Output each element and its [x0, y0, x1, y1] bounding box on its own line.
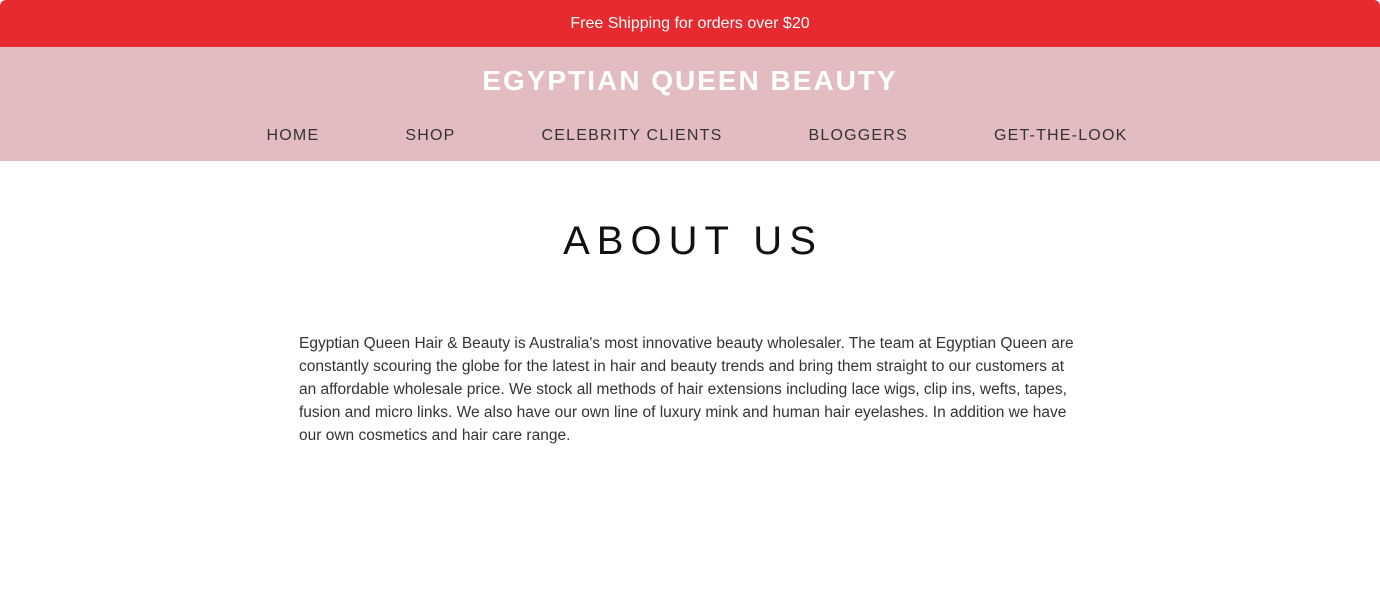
nav-item-shop[interactable]: SHOP [405, 127, 455, 145]
announcement-bar: Free Shipping for orders over $20 [0, 0, 1380, 47]
nav-item-get-the-look[interactable]: GET-THE-LOOK [994, 127, 1128, 145]
about-paragraph: Egyptian Queen Hair & Beauty is Australi… [299, 335, 1074, 444]
site-header: EGYPTIAN QUEEN BEAUTY HOME SHOP CELEBRIT… [0, 47, 1380, 161]
nav-item-bloggers[interactable]: BLOGGERS [809, 127, 908, 145]
nav-item-celebrity-clients[interactable]: CELEBRITY CLIENTS [541, 127, 722, 145]
announcement-text: Free Shipping for orders over $20 [570, 14, 810, 32]
page-title: ABOUT US [563, 219, 823, 263]
nav-item-home[interactable]: HOME [267, 127, 320, 145]
main-nav: HOME SHOP CELEBRITY CLIENTS BLOGGERS GET… [0, 127, 1380, 145]
site-logo[interactable]: EGYPTIAN QUEEN BEAUTY [0, 65, 1380, 97]
